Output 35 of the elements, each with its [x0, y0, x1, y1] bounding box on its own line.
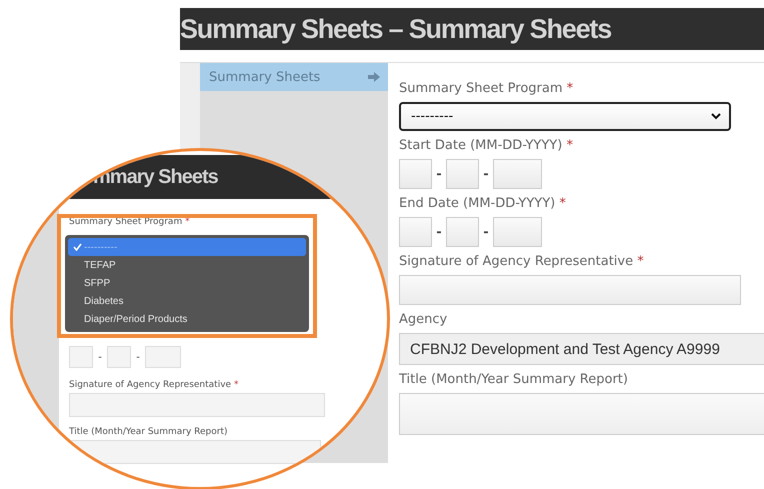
field-label: End Date (MM-DD-YYYY) *	[399, 196, 567, 211]
input-field[interactable]	[69, 393, 325, 417]
arrow-icon	[368, 72, 380, 82]
month-field[interactable]	[399, 159, 432, 189]
dropdown-option[interactable]: SFPP	[68, 274, 306, 292]
date-separator: -	[482, 166, 490, 182]
field-label: Title (Month/Year Summary Report)	[399, 372, 629, 387]
month-field[interactable]	[69, 346, 93, 368]
field-label: Title (Month/Year Summary Report)	[69, 427, 229, 437]
date-separator: -	[482, 224, 490, 240]
date-separator: -	[435, 166, 443, 182]
year-field[interactable]	[493, 217, 542, 247]
year-field[interactable]	[145, 346, 181, 368]
field-label: Summary Sheet Program *	[399, 81, 574, 96]
agency-field: CFBNJ2 Development and Test Agency A9999	[399, 333, 764, 365]
check-icon	[73, 243, 82, 251]
month-field[interactable]	[399, 217, 432, 247]
dropdown-option[interactable]: Diabetes	[68, 292, 306, 310]
field-label: Signature of Agency Representative *	[399, 254, 645, 269]
chevron-down-icon	[711, 113, 721, 120]
date-separator: -	[135, 352, 141, 362]
field-label: Signature of Agency Representative *	[69, 380, 240, 390]
dropdown-option[interactable]: Diaper/Period Products	[68, 310, 306, 328]
day-field[interactable]	[446, 217, 479, 247]
program-select[interactable]: ---------	[399, 102, 731, 131]
day-field[interactable]	[446, 159, 479, 189]
dropdown-option[interactable]: TEFAP	[68, 256, 306, 274]
day-field[interactable]	[107, 346, 131, 368]
date-separator: -	[435, 224, 443, 240]
field-label: Agency	[399, 312, 448, 327]
year-field[interactable]	[493, 159, 542, 189]
date-separator: -	[97, 352, 103, 362]
field-label: Start Date (MM-DD-YYYY) *	[399, 138, 574, 153]
input-field[interactable]	[399, 275, 741, 305]
page-title: Summary Sheets – Summary Sheets	[180, 14, 612, 44]
